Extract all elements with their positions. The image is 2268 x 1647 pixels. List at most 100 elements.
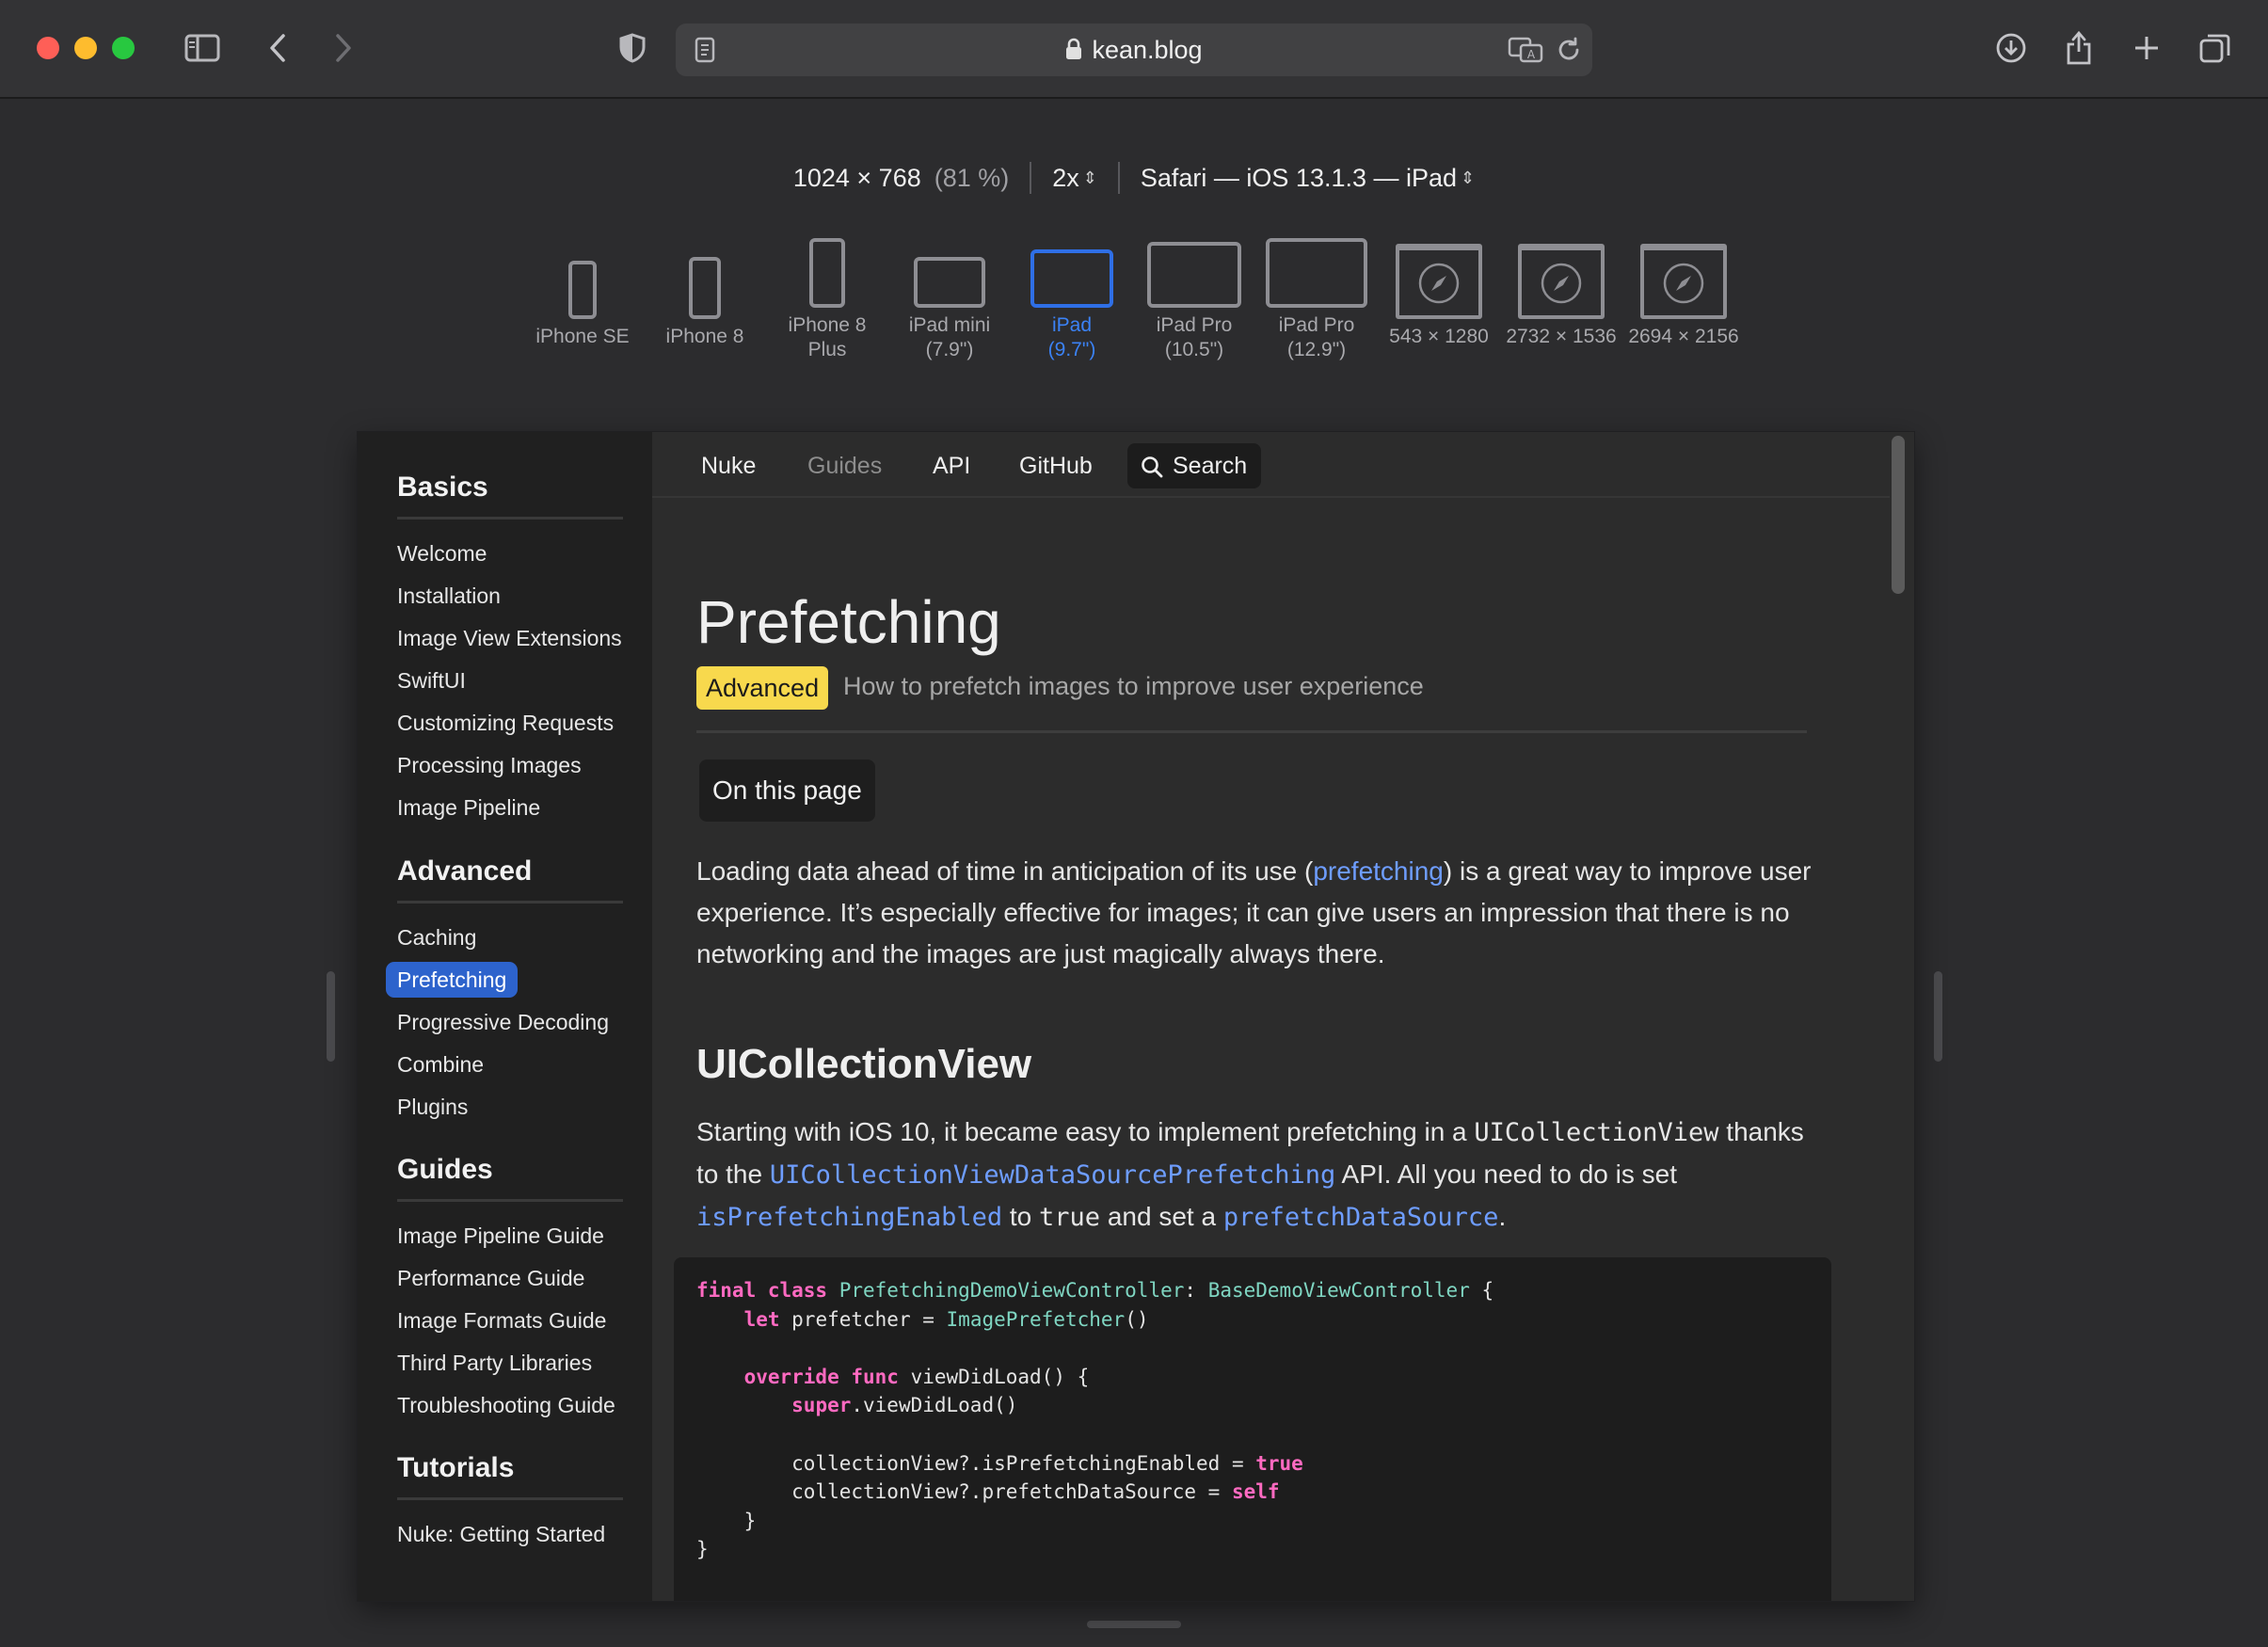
close-window-button[interactable]: [37, 37, 59, 59]
right-resize-handle[interactable]: [1934, 971, 1942, 1062]
downloads-icon[interactable]: [1991, 28, 2031, 68]
device-iphone-8-plus[interactable]: iPhone 8 Plus: [766, 229, 888, 362]
code-keyword: let: [743, 1307, 780, 1331]
sidebar-item-caching[interactable]: Caching: [397, 917, 623, 959]
sidebar-item-label: Image View Extensions: [397, 626, 622, 650]
device-ipad-pro-10-5[interactable]: iPad Pro (10.5"): [1133, 229, 1255, 362]
zoom-window-button[interactable]: [112, 37, 135, 59]
device-ipad-pro-12-9[interactable]: iPad Pro (12.9"): [1255, 229, 1378, 362]
resolution-label[interactable]: 1024 × 768: [793, 164, 921, 193]
inline-code-link[interactable]: isPrefetchingEnabled: [696, 1203, 1002, 1232]
device-iphone-se[interactable]: iPhone SE: [521, 240, 644, 349]
new-tab-icon[interactable]: [2127, 28, 2166, 68]
url-text: kean.blog: [1092, 36, 1203, 64]
sidebar-item-label: Combine: [397, 1052, 485, 1077]
nav-link-guides[interactable]: Guides: [807, 453, 882, 480]
phone-icon: [809, 238, 845, 308]
sidebar-item-progressive-decoding[interactable]: Progressive Decoding: [397, 1001, 623, 1044]
inline-code-link[interactable]: UICollectionViewDataSourcePrefetching: [770, 1160, 1335, 1190]
inline-code-link[interactable]: prefetchDataSource: [1223, 1203, 1499, 1232]
sidebar-item-installation[interactable]: Installation: [397, 575, 623, 617]
sidebar-item-label: Prefetching: [386, 962, 519, 998]
text-run: API. All you need to do is set: [1335, 1159, 1677, 1189]
device-ipad[interactable]: iPad (9.7"): [1011, 229, 1133, 362]
device-label: iPad Pro (12.9"): [1278, 314, 1355, 360]
reload-icon[interactable]: [1556, 37, 1582, 68]
sidebar-item-image-formats-guide[interactable]: Image Formats Guide: [397, 1300, 623, 1342]
sidebar-item-nuke-getting-started[interactable]: Nuke: Getting Started: [397, 1513, 623, 1556]
sidebar-item-label: Installation: [397, 584, 501, 608]
nav-link-api[interactable]: API: [933, 453, 970, 480]
nav-link-nuke[interactable]: Nuke: [701, 453, 756, 480]
minimize-window-button[interactable]: [74, 37, 97, 59]
device-custom-543x1280[interactable]: 543 × 1280: [1378, 240, 1500, 349]
privacy-report-icon[interactable]: [613, 28, 652, 68]
sidebar-item-swiftui[interactable]: SwiftUI: [397, 660, 623, 702]
code-text: (): [1125, 1307, 1149, 1331]
intro-paragraph: Loading data ahead of time in anticipati…: [696, 851, 1816, 975]
device-custom-2732x1536[interactable]: 2732 × 1536: [1500, 240, 1622, 349]
sidebar-section-tutorials: Tutorials Nuke: Getting Started: [397, 1452, 623, 1556]
compass-icon: [1541, 263, 1582, 303]
sidebar-item-processing-images[interactable]: Processing Images: [397, 744, 623, 787]
back-icon[interactable]: [258, 28, 297, 68]
code-text: collectionView?.prefetchDataSource =: [791, 1480, 1232, 1504]
phone-icon: [568, 261, 597, 319]
collectionview-paragraph: Starting with iOS 10, it became easy to …: [696, 1111, 1816, 1239]
bottom-resize-handle[interactable]: [1087, 1621, 1181, 1628]
pixel-ratio-value: 2x: [1052, 164, 1079, 193]
user-agent-select[interactable]: Safari — iOS 13.1.3 — iPad ⇕: [1141, 163, 1475, 193]
sidebar-item-label: Nuke: Getting Started: [397, 1522, 606, 1546]
sidebar-item-image-pipeline[interactable]: Image Pipeline: [397, 787, 623, 829]
sidebar-item-customizing-requests[interactable]: Customizing Requests: [397, 702, 623, 744]
separator: [1030, 162, 1032, 194]
user-agent-value: Safari — iOS 13.1.3 — iPad: [1140, 164, 1458, 193]
tab-overview-icon[interactable]: [2196, 28, 2235, 68]
translate-icon[interactable]: A: [1508, 37, 1543, 68]
sidebar-item-plugins[interactable]: Plugins: [397, 1086, 623, 1128]
docs-sidebar: Basics Welcome Installation Image View E…: [358, 432, 652, 1601]
inline-code: UICollectionView: [1474, 1118, 1719, 1147]
device-ipad-mini[interactable]: iPad mini (7.9"): [888, 229, 1011, 362]
sidebar-item-image-view-extensions[interactable]: Image View Extensions: [397, 617, 623, 660]
phone-icon: [689, 257, 721, 319]
code-type: BaseDemoViewController: [1207, 1279, 1470, 1302]
sidebar-item-label: Performance Guide: [397, 1266, 585, 1290]
sidebar-heading: Basics: [397, 472, 623, 520]
sidebar-toggle-icon[interactable]: [183, 28, 222, 68]
sidebar-item-welcome[interactable]: Welcome: [397, 533, 623, 575]
device-iphone-8[interactable]: iPhone 8: [644, 240, 766, 349]
on-this-page-button[interactable]: On this page: [699, 760, 875, 822]
share-icon[interactable]: [2059, 28, 2099, 68]
device-presets: iPhone SE iPhone 8 iPhone 8 Plus iPad mi…: [0, 238, 2268, 381]
search-button[interactable]: Search: [1127, 443, 1261, 488]
sidebar-item-troubleshooting-guide[interactable]: Troubleshooting Guide: [397, 1384, 623, 1427]
sidebar-item-label: Image Pipeline: [397, 795, 541, 820]
left-resize-handle[interactable]: [327, 971, 335, 1062]
pixel-ratio-select[interactable]: 2x ⇕: [1052, 163, 1097, 193]
sidebar-section-basics: Basics Welcome Installation Image View E…: [397, 472, 623, 829]
sidebar-item-prefetching[interactable]: Prefetching: [386, 959, 623, 1001]
sidebar-heading: Guides: [397, 1154, 623, 1202]
sidebar-heading: Advanced: [397, 855, 623, 903]
level-badge: Advanced: [696, 666, 829, 710]
browser-window-icon: [1640, 244, 1727, 319]
code-text: collectionView?.isPrefetchingEnabled =: [791, 1451, 1256, 1475]
sidebar-item-third-party-libraries[interactable]: Third Party Libraries: [397, 1342, 623, 1384]
address-url: kean.blog: [676, 36, 1592, 67]
nav-link-github[interactable]: GitHub: [1019, 453, 1093, 480]
sidebar-item-performance-guide[interactable]: Performance Guide: [397, 1257, 623, 1300]
sidebar-item-label: Third Party Libraries: [397, 1351, 593, 1375]
scrollbar-thumb[interactable]: [1892, 436, 1905, 594]
address-bar[interactable]: kean.blog A: [676, 24, 1592, 76]
prefetching-link[interactable]: prefetching: [1313, 856, 1444, 886]
sidebar-item-image-pipeline-guide[interactable]: Image Pipeline Guide: [397, 1215, 623, 1257]
device-label: iPhone SE: [535, 326, 630, 347]
forward-icon[interactable]: [324, 28, 363, 68]
sidebar-item-combine[interactable]: Combine: [397, 1044, 623, 1086]
code-text: {: [1469, 1279, 1494, 1302]
browser-window-icon: [1396, 244, 1482, 319]
text-run: to: [1002, 1202, 1040, 1231]
sidebar-section-advanced: Advanced Caching Prefetching Progressive…: [386, 855, 623, 1128]
device-custom-2694x2156[interactable]: 2694 × 2156: [1622, 240, 1745, 349]
